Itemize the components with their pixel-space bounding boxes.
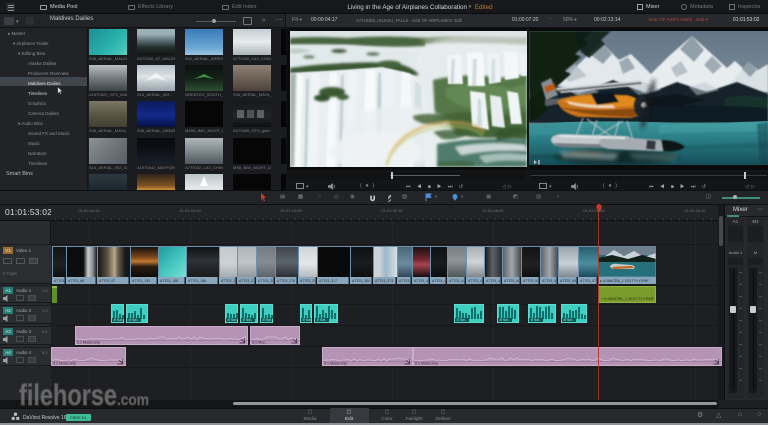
svg-text:5.1 Mus...: 5.1 Mus... [252, 341, 268, 345]
svg-text:5.1 Music only: 5.1 Music only [415, 362, 438, 366]
svg-text:4f Nar..: 4f Nar.. [129, 318, 139, 322]
svg-text:4f Nar..: 4f Nar.. [114, 318, 124, 322]
svg-text:4f Nar..: 4f Nar.. [317, 318, 327, 322]
svg-text:4f Nar..: 4f Nar.. [263, 318, 273, 322]
svg-text:4f Nar..: 4f Nar.. [457, 318, 467, 322]
svg-text:4f Nar..: 4f Nar.. [564, 318, 574, 322]
svg-text:4f Nar..: 4f Nar.. [303, 318, 313, 322]
svg-text:4f Nar..: 4f Nar.. [228, 318, 238, 322]
svg-text:4f Nar..: 4f Nar.. [531, 318, 541, 322]
svg-text:filehorse: filehorse [19, 379, 117, 412]
svg-text:5.1 Music only: 5.1 Music only [53, 362, 76, 366]
svg-text:5.1 Music only: 5.1 Music only [77, 341, 100, 345]
svg-text:5.1 Music only: 5.1 Music only [324, 362, 347, 366]
svg-text:.com: .com [117, 392, 149, 409]
svg-text:4f Nar..: 4f Nar.. [243, 318, 253, 322]
svg-text:4f Nar..: 4f Nar.. [500, 318, 510, 322]
